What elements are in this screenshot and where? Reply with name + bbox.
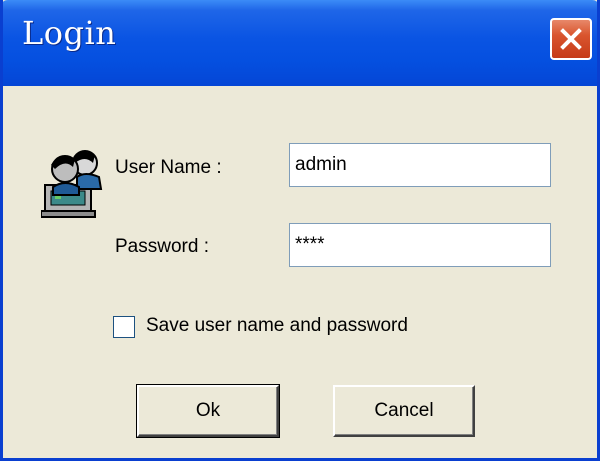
title-bar[interactable]: Login — [3, 0, 597, 86]
cancel-button[interactable]: Cancel — [333, 385, 475, 437]
username-label: User Name : — [115, 157, 222, 178]
login-dialog: Login User Name : Password : Save user n… — [0, 0, 600, 461]
save-credentials-label[interactable]: Save user name and password — [146, 315, 408, 337]
save-credentials-checkbox[interactable] — [113, 316, 135, 338]
close-icon — [560, 28, 582, 50]
password-label: Password : — [115, 236, 209, 257]
password-field[interactable] — [289, 223, 551, 267]
username-field[interactable] — [289, 143, 551, 187]
ok-button[interactable]: Ok — [136, 384, 280, 438]
users-computer-icon — [41, 150, 103, 218]
close-button[interactable] — [550, 18, 592, 60]
window-title: Login — [22, 14, 117, 52]
